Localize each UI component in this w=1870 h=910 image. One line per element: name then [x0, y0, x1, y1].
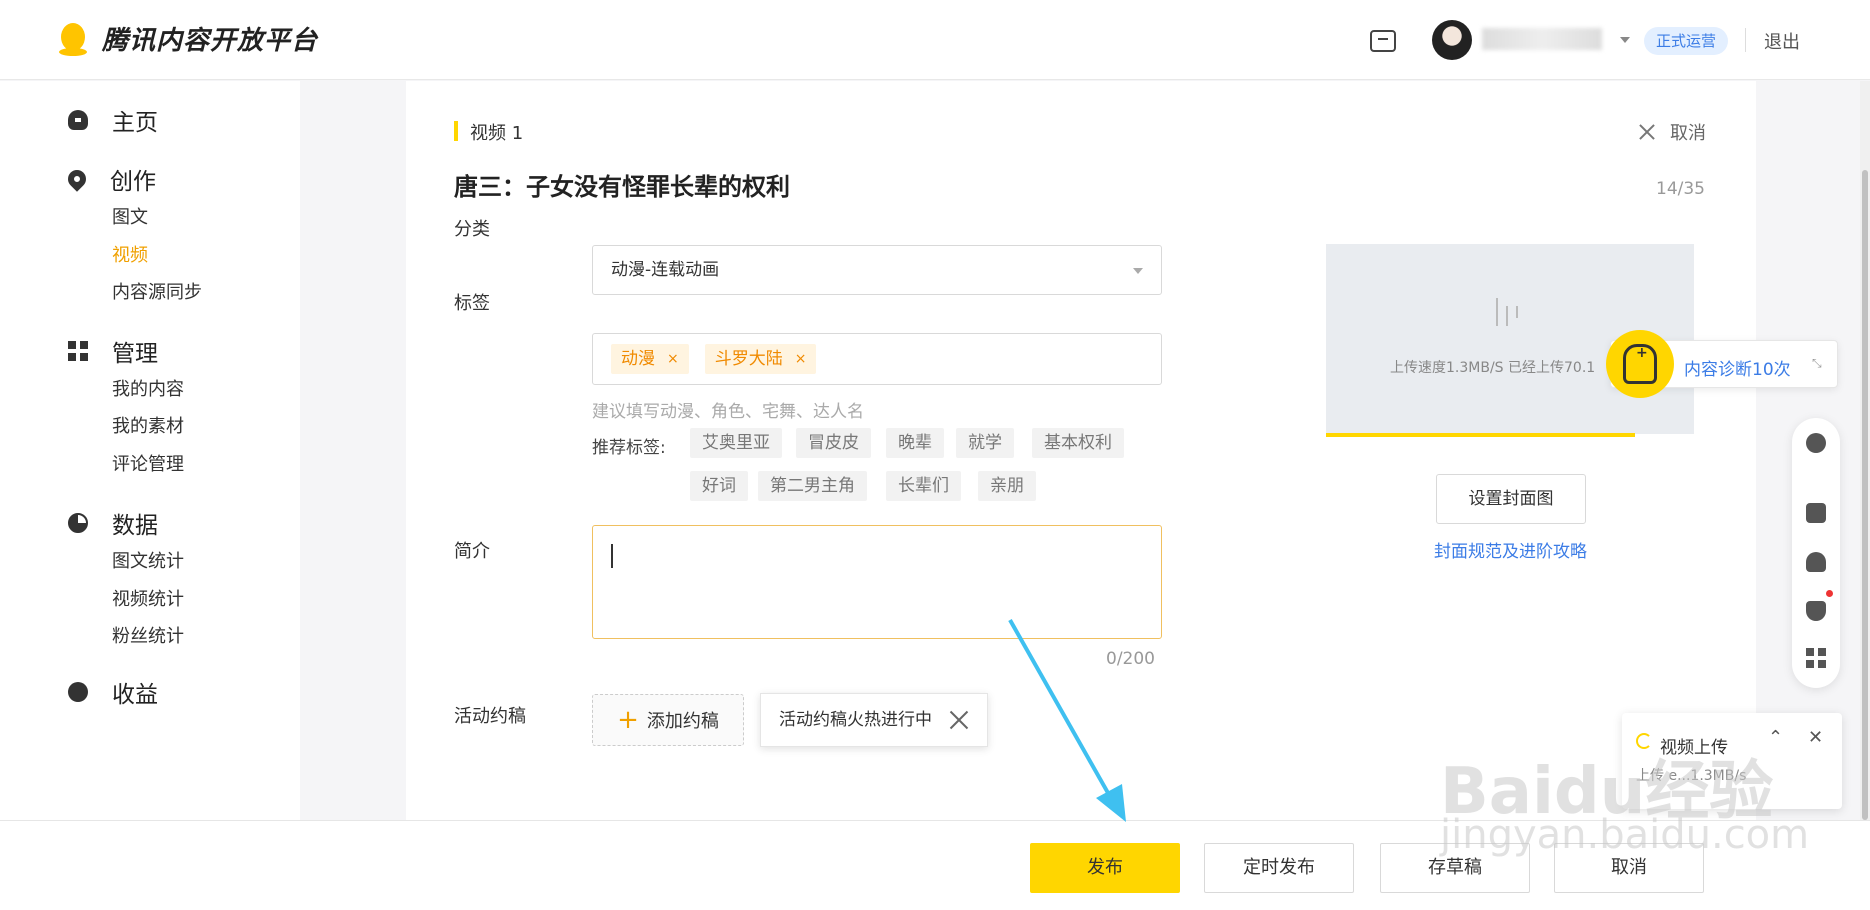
tag-chip-label: 斗罗大陆 [714, 349, 783, 369]
tag-chip-label: 动漫 [621, 349, 655, 369]
sidebar-item-video[interactable]: 视频 [112, 241, 148, 267]
recommended-tag[interactable]: 基本权利 [1032, 428, 1124, 458]
home-icon [68, 110, 88, 130]
tags-label: 标签 [454, 293, 490, 314]
sidebar-item-content-sync[interactable]: 内容源同步 [112, 278, 202, 304]
top-header: 腾讯内容开放平台 正式运营 退出 [0, 0, 1870, 80]
sidebar-group-home[interactable]: 主页 [68, 103, 158, 137]
video-title-input[interactable]: 唐三：子女没有怪罪长辈的权利 [454, 167, 790, 202]
tags-input[interactable]: 动漫 × 斗罗大陆 × [592, 333, 1162, 385]
set-cover-button[interactable]: 设置封面图 [1436, 474, 1586, 524]
shield-icon[interactable] [1806, 601, 1826, 621]
sidebar-group-data[interactable]: 数据 [68, 506, 158, 540]
doctor-avatar-icon[interactable] [1606, 330, 1674, 398]
remove-tag-icon[interactable]: × [667, 344, 679, 374]
cancel-video-button[interactable]: 取消 [1638, 119, 1706, 145]
sidebar-item-my-material[interactable]: 我的素材 [112, 412, 184, 438]
upload-progress-bar [1326, 433, 1635, 437]
loading-icon [1496, 298, 1518, 326]
sidebar-group-label: 主页 [112, 110, 158, 136]
sidebar-item-fan-stats[interactable]: 粉丝统计 [112, 622, 184, 648]
close-icon [1638, 123, 1656, 141]
remove-tag-icon[interactable]: × [795, 344, 807, 374]
category-value: 动漫-连载动画 [611, 260, 720, 280]
sidebar-group-label: 管理 [112, 341, 158, 367]
recommended-tag[interactable]: 艾奥里亚 [690, 428, 782, 458]
sidebar-item-article-stats[interactable]: 图文统计 [112, 547, 184, 573]
brand-name: 腾讯内容开放平台 [102, 26, 319, 56]
sidebar-group-income[interactable]: 收益 [68, 675, 158, 709]
close-icon[interactable] [949, 710, 969, 730]
qrcode-icon[interactable] [1806, 648, 1826, 668]
headset-icon[interactable] [1806, 552, 1826, 572]
recommended-tag[interactable]: 好词 [690, 471, 748, 501]
chevron-down-icon [1133, 268, 1143, 274]
location-pin-icon [64, 166, 90, 192]
activity-popover: 活动约稿火热进行中 [760, 693, 988, 747]
notification-dot [1826, 590, 1833, 597]
tags-hint: 建议填写动漫、角色、宅舞、达人名 [592, 402, 864, 422]
scrollbar-thumb[interactable] [1862, 170, 1868, 820]
add-activity-label: 添加约稿 [646, 711, 719, 732]
sidebar-item-my-content[interactable]: 我的内容 [112, 375, 184, 401]
sidebar-group-label: 收益 [112, 682, 158, 708]
brand-logo[interactable]: 腾讯内容开放平台 [58, 20, 318, 57]
text-caret [611, 544, 613, 568]
message-icon[interactable] [1370, 30, 1396, 52]
description-label: 简介 [454, 541, 490, 562]
tag-chip: 动漫 × [611, 344, 689, 374]
recommended-tag[interactable]: 晚辈 [886, 428, 944, 458]
username-blurred[interactable] [1482, 28, 1602, 50]
title-char-count: 14/35 [1656, 179, 1705, 199]
user-avatar[interactable] [1432, 20, 1472, 60]
video-editor-panel: 视频 1 取消 唐三：子女没有怪罪长辈的权利 14/35 分类 动漫-连载动画 … [406, 81, 1756, 821]
help-icon[interactable] [1806, 503, 1826, 523]
chevron-down-icon[interactable] [1620, 37, 1630, 43]
description-char-count: 0/200 [1106, 649, 1155, 669]
video-section-label: 视频 1 [470, 123, 524, 144]
content-diagnosis-label[interactable]: 内容诊断10次 [1684, 355, 1791, 380]
sidebar-group-manage[interactable]: 管理 [68, 334, 158, 368]
cover-guide-link[interactable]: 封面规范及进阶攻略 [1434, 537, 1587, 562]
plus-icon: + [617, 705, 639, 735]
sidebar-group-label: 数据 [112, 513, 158, 539]
coin-icon [68, 682, 88, 702]
close-icon[interactable]: ✕ [1808, 727, 1823, 748]
add-activity-button[interactable]: + 添加约稿 [592, 694, 744, 746]
pie-chart-icon [68, 513, 88, 533]
publish-button[interactable]: 发布 [1030, 843, 1180, 893]
tag-chip: 斗罗大陆 × [704, 344, 817, 374]
account-status-badge: 正式运营 [1644, 27, 1729, 55]
baidu-watermark-url: jingyan.baidu.com [1440, 812, 1810, 858]
description-textarea[interactable] [592, 525, 1162, 639]
grid-icon [68, 341, 88, 361]
header-divider [1745, 28, 1746, 52]
sidebar: 主页 创作 图文 视频 内容源同步 管理 我的内容 我的素材 评论管理 数据 图… [0, 81, 300, 821]
cancel-label: 取消 [1670, 123, 1706, 144]
doctor-icon [1623, 344, 1657, 384]
category-select[interactable]: 动漫-连载动画 [592, 245, 1162, 295]
sidebar-item-article[interactable]: 图文 [112, 203, 148, 229]
wechat-icon[interactable] [1806, 433, 1826, 453]
recommended-tag[interactable]: 长辈们 [886, 471, 961, 501]
section-marker [454, 121, 458, 141]
upload-status-text: 上传速度1.3MB/S 已经上传70.1 [1390, 360, 1596, 376]
recommended-tag[interactable]: 就学 [956, 428, 1014, 458]
collapse-icon[interactable]: ⤡ [1812, 356, 1822, 371]
sidebar-item-video-stats[interactable]: 视频统计 [112, 585, 184, 611]
sidebar-item-comments[interactable]: 评论管理 [112, 450, 184, 476]
recommended-tags-label: 推荐标签: [592, 438, 666, 458]
recommended-tag[interactable]: 亲朋 [978, 471, 1036, 501]
activity-popover-text: 活动约稿火热进行中 [779, 710, 932, 730]
schedule-publish-button[interactable]: 定时发布 [1204, 843, 1354, 893]
sidebar-group-create[interactable]: 创作 [64, 162, 156, 196]
penguin-logo-icon [59, 22, 87, 56]
logout-link[interactable]: 退出 [1764, 28, 1800, 54]
recommended-tag[interactable]: 冒皮皮 [796, 428, 871, 458]
category-label: 分类 [454, 219, 490, 240]
activity-label: 活动约稿 [454, 706, 526, 727]
recommended-tag[interactable]: 第二男主角 [758, 471, 867, 501]
sidebar-group-label: 创作 [110, 169, 156, 195]
